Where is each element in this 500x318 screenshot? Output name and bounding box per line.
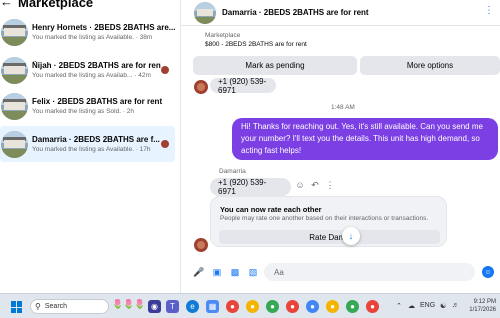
conversation-preview: You marked the listing as Available. · 1… [32, 146, 151, 153]
conversation-name: Felix · 2BEDS 2BATHS are for rent [32, 97, 163, 106]
conversation-item-selected[interactable]: Damarria · 2BEDS 2BATHS are f... You mar… [0, 126, 175, 162]
listing-thumbnail [1, 130, 28, 158]
rate-card-title: You can now rate each other [220, 205, 322, 214]
chat-header: Damarria · 2BEDS 2BATHS are for rent ⋮ [181, 0, 500, 26]
more-vertical-icon[interactable]: ⋮ [484, 5, 496, 19]
chat-title[interactable]: Damarria · 2BEDS 2BATHS are for rent [222, 8, 369, 17]
tulips-icon[interactable]: 🌷🌷🌷 [112, 299, 146, 310]
page-title: Marketplace [18, 0, 94, 10]
conversation-name: Ñijah · 2BEDS 2BATHS are for rent [32, 61, 161, 70]
conversation-item[interactable]: Ñijah · 2BEDS 2BATHS are for rent You ma… [0, 52, 175, 88]
chevron-up-icon[interactable]: ⌃ [396, 302, 402, 310]
conversation-list-pane: ← Marketplace Henry Hornets · 2BEDS 2BAT… [0, 0, 180, 293]
sender-name: Damarria [219, 168, 246, 175]
left-header: ← Marketplace [0, 0, 93, 10]
listing-thumbnail[interactable] [194, 1, 216, 24]
more-options-button[interactable]: More options [360, 56, 500, 75]
chrome-icon[interactable]: ● [246, 300, 259, 313]
mark-pending-button[interactable]: Mark as pending [193, 56, 357, 75]
sticker-icon[interactable]: ▩ [229, 266, 241, 278]
compose-bar: 🎤 ▣ ▩ ▧ Aa ☺ [181, 262, 500, 282]
listing-thumbnail [1, 56, 28, 84]
emoji-react-icon[interactable]: ☺ [295, 180, 305, 192]
teams-icon[interactable]: T [166, 300, 179, 313]
search-icon: ⚲ [35, 302, 41, 311]
conversation-preview: You marked the listing as Availab... · 4… [32, 72, 151, 79]
search-label: Search [44, 303, 68, 310]
app-icon[interactable]: ◉ [148, 300, 161, 313]
store-icon[interactable]: ▦ [206, 300, 219, 313]
listing-label: Marketplace [205, 32, 241, 39]
scroll-down-icon[interactable]: ↓ [342, 227, 360, 245]
chrome-icon[interactable]: ● [266, 300, 279, 313]
reply-icon[interactable]: ↶ [310, 180, 320, 192]
listing-thumbnail [1, 18, 28, 46]
clock-time: 9:12 PM [473, 299, 496, 305]
listing-info[interactable]: Marketplace $800 - 2BEDS 2BATHS are for … [205, 32, 500, 54]
incoming-message[interactable]: +1 (920) 539-6971 [210, 178, 291, 196]
photo-icon[interactable]: ▣ [211, 266, 223, 278]
conversation-preview: You marked the listing as Available. · 3… [32, 34, 153, 41]
windows-taskbar: ⚲ Search 🌷🌷🌷 ◉ T e ▦ ● ● ● ● ● ● ● ● ⌃ ☁… [0, 293, 500, 318]
more-vertical-icon[interactable]: ⋮ [325, 180, 335, 192]
listing-thumbnail [1, 92, 28, 120]
outgoing-message[interactable]: Hi! Thanks for reaching out. Yes, it's s… [232, 118, 498, 160]
gif-icon[interactable]: ▧ [247, 266, 259, 278]
chrome-icon[interactable]: ● [346, 300, 359, 313]
rate-card-subtitle: People may rate one another based on the… [220, 215, 429, 222]
chrome-icon[interactable]: ● [286, 300, 299, 313]
message-input[interactable]: Aa [264, 263, 475, 281]
chat-pane: Damarria · 2BEDS 2BATHS are for rent ⋮ M… [181, 0, 500, 293]
back-arrow-icon[interactable]: ← [0, 0, 14, 9]
wifi-icon[interactable]: ☯ [440, 302, 446, 310]
rate-button[interactable]: Rate Dama [219, 230, 440, 244]
avatar [194, 80, 208, 94]
clock-date: 1/17/2026 [469, 307, 496, 313]
listing-price: $800 - 2BEDS 2BATHS are for rent [205, 41, 307, 48]
conversation-preview: You marked the listing as Sold. · 2h [32, 108, 135, 115]
chrome-icon[interactable]: ● [366, 300, 379, 313]
incoming-message[interactable]: +1 (920) 539-6971 [210, 77, 276, 95]
tray-icon[interactable]: ☁ [408, 302, 415, 310]
chrome-icon[interactable]: ● [326, 300, 339, 313]
conversation-item[interactable]: Felix · 2BEDS 2BATHS are for rent You ma… [0, 88, 175, 124]
clock[interactable]: 9:12 PM 1/17/2026 [466, 298, 496, 314]
seen-avatar [161, 140, 169, 148]
microphone-icon[interactable]: 🎤 [193, 266, 205, 278]
emoji-icon[interactable]: ☺ [482, 266, 494, 278]
language-indicator[interactable]: ENG [420, 302, 435, 309]
conversation-name: Damarria · 2BEDS 2BATHS are f... [32, 135, 160, 144]
chrome-icon[interactable]: ● [226, 300, 239, 313]
edge-icon[interactable]: e [186, 300, 199, 313]
rate-card: You can now rate each other People may r… [210, 196, 447, 247]
windows-start-icon[interactable] [11, 301, 23, 313]
volume-icon[interactable]: ♬ [452, 302, 459, 309]
conversation-name: Henry Hornets · 2BEDS 2BATHS are... [32, 23, 175, 32]
taskbar-search[interactable]: ⚲ Search [30, 299, 109, 314]
seen-avatar [161, 66, 169, 74]
conversation-item[interactable]: Henry Hornets · 2BEDS 2BATHS are... You … [0, 14, 175, 50]
avatar [194, 238, 208, 252]
chrome-icon[interactable]: ● [306, 300, 319, 313]
message-timestamp: 1:48 AM [331, 104, 355, 111]
